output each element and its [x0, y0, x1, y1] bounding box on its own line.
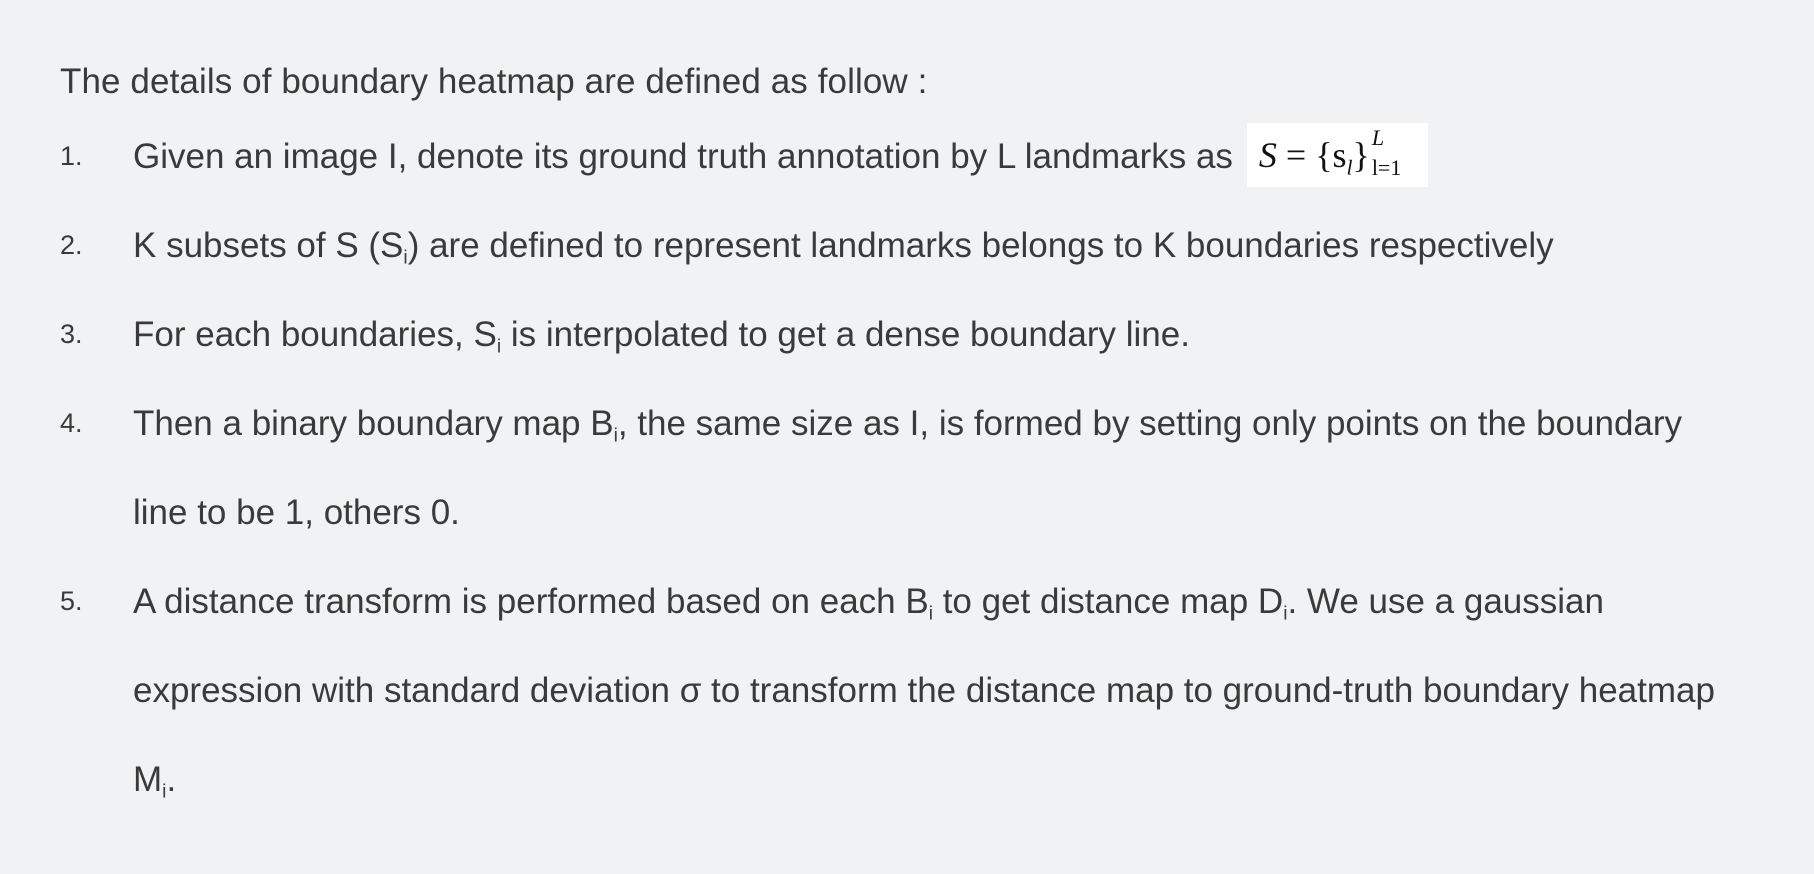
formula-upper: L	[1371, 125, 1385, 151]
step-4: 4. Then a binary boundary map Bi, the sa…	[60, 379, 1720, 557]
step-2: 2. K subsets of S (Si) are defined to re…	[60, 201, 1720, 290]
intro-text: The details of boundary heatmap are defi…	[60, 62, 928, 101]
step-text-part: K subsets of S (S	[133, 226, 404, 265]
step-text-part: ) are defined to represent landmarks bel…	[407, 226, 1554, 265]
step-1: 1. Given an image I, denote its ground t…	[60, 112, 1720, 201]
formula-lhs: S	[1258, 134, 1277, 175]
step-number: 4.	[60, 408, 83, 438]
step-text-part: is interpolated to get a dense boundary …	[501, 315, 1190, 354]
step-text-part: For each boundaries, S	[133, 315, 497, 354]
steps-list: 1. Given an image I, denote its ground t…	[60, 112, 1814, 824]
formula-limits: Ll=1	[1370, 125, 1422, 180]
step-number: 1.	[60, 141, 83, 171]
step-text-part: A distance transform is performed based …	[133, 582, 929, 621]
step-text: Given an image I, denote its ground trut…	[133, 137, 1233, 176]
landmark-set-formula: S = {sl} Ll=1	[1246, 122, 1428, 187]
step-3: 3. For each boundaries, Si is interpolat…	[60, 290, 1720, 379]
step-number: 5.	[60, 586, 83, 616]
step-text: Then a binary boundary map Bi, the same …	[133, 404, 1682, 532]
step-text: For each boundaries, Si is interpolated …	[133, 315, 1190, 357]
step-number: 3.	[60, 319, 83, 349]
step-text-part: .	[166, 760, 177, 799]
document-page: The details of boundary heatmap are defi…	[0, 0, 1814, 874]
formula-equals: =	[1285, 134, 1307, 175]
formula-set-close: }	[1352, 134, 1370, 175]
formula-lower: l=1	[1371, 155, 1402, 181]
step-text: A distance transform is performed based …	[133, 582, 1715, 802]
step-text-part: to get distance map D	[932, 582, 1284, 621]
step-text-part: Then a binary boundary map B	[133, 404, 614, 443]
formula-set-open: {s	[1315, 134, 1347, 175]
step-5: 5. A distance transform is performed bas…	[60, 557, 1720, 824]
step-number: 2.	[60, 230, 83, 260]
step-text: K subsets of S (Si) are defined to repre…	[133, 226, 1554, 268]
